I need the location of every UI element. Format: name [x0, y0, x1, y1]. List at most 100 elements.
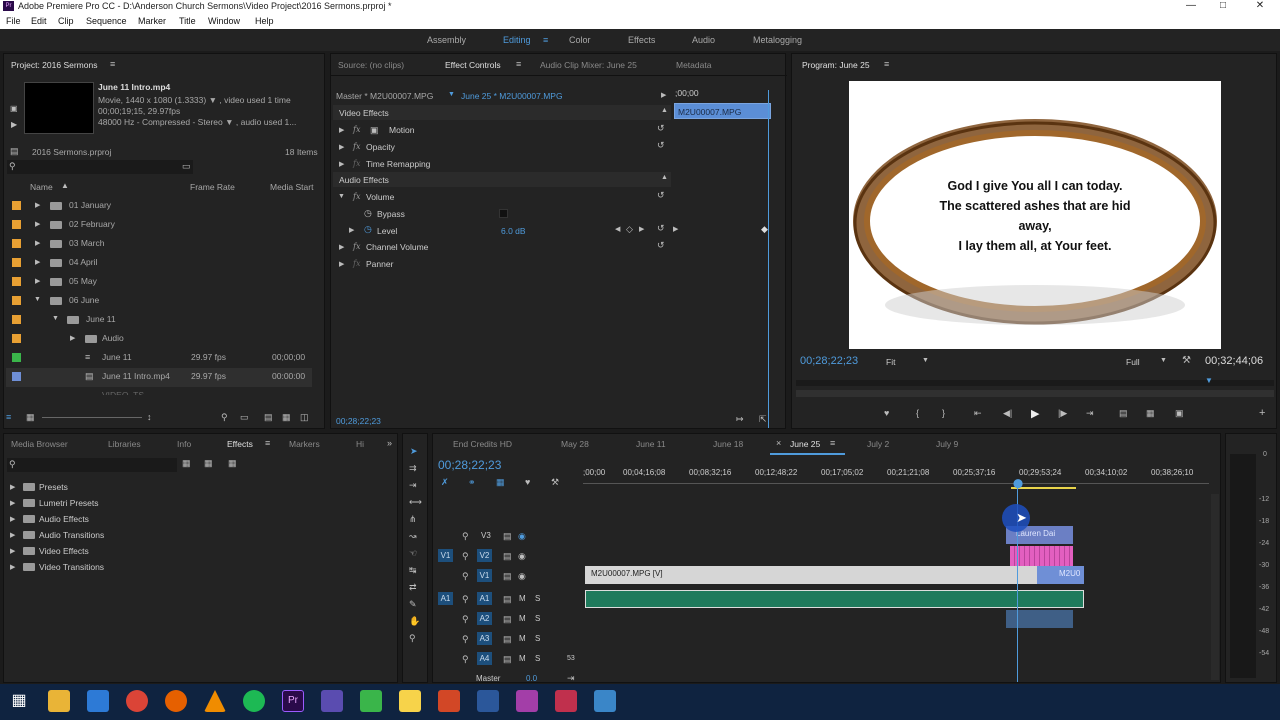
lock-icon[interactable]: ⚲ — [462, 531, 469, 542]
sort-icons-icon[interactable]: ↕ — [147, 412, 152, 422]
export-icon[interactable]: ⇱ — [759, 414, 767, 425]
expand-icon[interactable]: ▶ — [35, 239, 40, 247]
eye-icon[interactable]: ◉ — [518, 551, 526, 562]
fx-icon[interactable]: fx — [353, 192, 360, 201]
linked-selection-icon[interactable]: ⚭ — [468, 477, 476, 488]
item-row[interactable]: June 11 — [102, 352, 132, 362]
tab-markers[interactable]: Markers — [289, 439, 320, 449]
eye-icon[interactable]: ◉ — [518, 571, 526, 582]
trash-icon[interactable]: ◫ — [300, 412, 309, 423]
expand-icon[interactable]: ▶ — [10, 547, 15, 555]
menu-sequence[interactable]: Sequence — [86, 16, 127, 26]
solo-button[interactable]: S — [535, 654, 540, 663]
next-icon[interactable]: ▶ — [673, 225, 678, 233]
lock-icon[interactable]: ⚲ — [462, 654, 469, 665]
v1-clip-2[interactable]: M2U0 — [1037, 566, 1084, 584]
sticky-notes-icon[interactable] — [399, 690, 421, 712]
source-patch-v1[interactable]: V1 — [438, 549, 453, 562]
new-bin-button-icon[interactable]: ▭ — [240, 412, 249, 423]
menu-marker[interactable]: Marker — [138, 16, 166, 26]
word-icon[interactable] — [477, 690, 499, 712]
expand-icon[interactable]: ▶ — [10, 531, 15, 539]
next-keyframe-icon[interactable]: ▶ — [639, 225, 644, 233]
effects-search-input[interactable] — [7, 458, 177, 472]
list-view-icon[interactable]: ≡ — [6, 412, 11, 422]
chrome-icon[interactable] — [126, 690, 148, 712]
workspace-color[interactable]: Color — [569, 35, 591, 45]
a3-track-label[interactable]: A3 — [477, 632, 492, 645]
reset-icon[interactable]: ↺ — [657, 240, 665, 251]
close-icon[interactable]: ✕ — [1245, 0, 1275, 13]
menu-title[interactable]: Title — [179, 16, 196, 26]
reset-icon[interactable]: ↺ — [657, 190, 665, 201]
lock-icon[interactable]: ⚲ — [462, 634, 469, 645]
slide-icon[interactable]: ⇄ — [409, 582, 417, 593]
effects-lumetri-presets[interactable]: Lumetri Presets — [39, 498, 99, 508]
workspace-menu-icon[interactable]: ≡ — [543, 35, 548, 45]
sync-lock-icon[interactable]: ▤ — [503, 634, 512, 645]
resolution-select[interactable]: Full — [1126, 357, 1140, 367]
marker-icon[interactable]: ♥ — [525, 477, 530, 487]
transform-icon[interactable]: ▣ — [370, 125, 379, 136]
effect-time-remapping[interactable]: Time Remapping — [366, 159, 430, 169]
expand-icon[interactable]: ▶ — [10, 563, 15, 571]
bin-row[interactable]: 05 May — [69, 276, 97, 286]
panel-menu-icon[interactable]: ≡ — [110, 59, 115, 69]
zoom-fit-select[interactable]: Fit — [886, 357, 895, 367]
windows-start-icon[interactable]: ▦ — [8, 690, 30, 712]
zoom-scrollbar[interactable] — [796, 390, 1274, 397]
sort-up-icon[interactable]: ▲ — [61, 181, 69, 190]
overflow-icon[interactable]: » — [387, 438, 392, 448]
dropdown-icon[interactable]: ▼ — [448, 91, 455, 98]
panel-menu-icon[interactable]: ≡ — [884, 59, 889, 69]
mute-button[interactable]: M — [519, 634, 526, 643]
pen-icon[interactable]: ✎ — [409, 599, 417, 610]
sync-lock-icon[interactable]: ▤ — [503, 531, 512, 542]
v1-clip[interactable]: M2U00007.MPG [V] — [585, 566, 1037, 584]
lock-icon[interactable]: ⚲ — [462, 571, 469, 582]
fx-icon[interactable]: fx — [353, 142, 360, 151]
add-edit-icon[interactable]: ▦ — [496, 477, 505, 488]
reset-icon[interactable]: ↺ — [657, 140, 665, 151]
tab-audio-clip-mixer[interactable]: Audio Clip Mixer: June 25 — [540, 60, 637, 70]
mute-button[interactable]: M — [519, 614, 526, 623]
mute-button[interactable]: M — [519, 594, 526, 603]
expand-level-icon[interactable]: ▶ — [349, 226, 354, 234]
seq-tab[interactable]: June 11 — [636, 439, 666, 449]
file-explorer-icon[interactable] — [48, 690, 70, 712]
rate-stretch-icon[interactable]: ⋔ — [409, 514, 417, 525]
app-icon[interactable] — [594, 690, 616, 712]
sync-lock-icon[interactable]: ▤ — [503, 614, 512, 625]
timeline-timecode[interactable]: 00;28;22;23 — [438, 458, 501, 472]
store-icon[interactable] — [87, 690, 109, 712]
tab-effect-controls[interactable]: Effect Controls — [445, 60, 501, 70]
expand-icon[interactable]: ▶ — [10, 483, 15, 491]
bin-row[interactable]: Audio — [102, 333, 124, 343]
workspace-audio[interactable]: Audio — [692, 35, 715, 45]
effects-audio-effects[interactable]: Audio Effects — [39, 514, 89, 524]
snap-icon[interactable]: ✗ — [441, 477, 449, 488]
dropdown-icon[interactable]: ▼ — [1160, 357, 1167, 364]
item-row[interactable]: June 11 Intro.mp4 — [102, 371, 170, 381]
sync-lock-icon[interactable]: ▤ — [503, 551, 512, 562]
bypass-checkbox[interactable] — [499, 209, 508, 218]
tab-effects[interactable]: Effects — [227, 439, 253, 449]
slip-icon[interactable]: ↹ — [409, 565, 417, 576]
a4-track-label[interactable]: A4 — [477, 652, 492, 665]
fx-icon[interactable]: fx — [353, 125, 360, 134]
collapse-icon[interactable]: ▼ — [52, 315, 59, 322]
ripple-edit-icon[interactable]: ⇥ — [409, 480, 417, 491]
expand-icon[interactable]: ▶ — [35, 277, 40, 285]
lock-icon[interactable]: ⚲ — [462, 614, 469, 625]
column-name[interactable]: Name — [30, 182, 53, 192]
time-ruler[interactable]: ;00;00 00;04;16;08 00;08;32;16 00;12;48;… — [583, 466, 1209, 489]
mark-in-icon[interactable]: { — [916, 408, 919, 418]
premiere-taskbar-icon[interactable]: Pr — [282, 690, 304, 712]
expand-time-remap-icon[interactable]: ▶ — [339, 160, 344, 168]
clear-icon[interactable]: ▦ — [282, 412, 291, 423]
hand-icon[interactable]: ✋ — [409, 616, 420, 627]
v2-clips[interactable] — [1010, 546, 1073, 566]
32bit-icon[interactable]: ▦ — [204, 458, 213, 469]
lift-icon[interactable]: ▤ — [1119, 408, 1128, 419]
keyframe-diamond-icon[interactable]: ◆ — [761, 224, 768, 235]
